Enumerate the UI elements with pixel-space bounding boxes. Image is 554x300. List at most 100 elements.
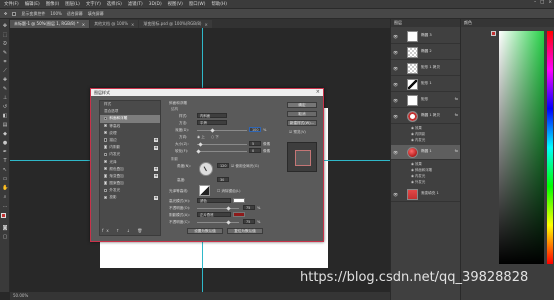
healing-icon[interactable]: ✚ xyxy=(2,77,8,83)
highlight-opacity-knob[interactable] xyxy=(226,206,231,211)
shape-icon[interactable]: ▭ xyxy=(2,176,8,182)
menu-filter[interactable]: 滤镜(T) xyxy=(128,1,143,7)
style-item[interactable]: 投影 + xyxy=(100,194,160,201)
preview-checkbox[interactable]: ☑ 预览(V) xyxy=(289,130,306,135)
zoom-icon[interactable]: ⌕ xyxy=(2,194,8,200)
style-checkbox[interactable] xyxy=(104,174,108,178)
path-select-icon[interactable]: ↖ xyxy=(2,167,8,173)
layer-effect-item[interactable]: ◉ 效果 xyxy=(411,161,422,166)
layer-row[interactable]: 👁 椭圆 3 xyxy=(391,29,461,44)
lasso-icon[interactable]: ᘐ xyxy=(2,41,8,47)
pen-icon[interactable]: ✒ xyxy=(2,149,8,155)
move-tool-icon[interactable]: ✥ xyxy=(4,11,7,16)
menu-edit[interactable]: 编辑(E) xyxy=(25,1,40,7)
layer-fx-badge[interactable]: fx xyxy=(455,97,458,101)
close-tab-icon[interactable]: × xyxy=(131,22,134,27)
style-item[interactable]: 颜色叠加 + xyxy=(100,166,160,173)
saturation-value-picker[interactable] xyxy=(499,31,544,264)
layer-row[interactable]: 👁 椭圆 2 xyxy=(391,45,461,60)
style-checkbox[interactable] xyxy=(104,181,108,185)
highlight-opacity-slider[interactable] xyxy=(197,208,239,209)
style-checkbox[interactable] xyxy=(104,123,108,128)
layer-effect-item[interactable]: ◉ 内发光 xyxy=(411,173,425,178)
depth-slider[interactable] xyxy=(197,130,247,131)
depth-slider-knob[interactable] xyxy=(210,128,215,133)
layer-effect-item[interactable]: ◉ 斜面和浮雕 xyxy=(411,167,432,172)
screen-mode-icon[interactable]: ▢ xyxy=(2,234,8,240)
show-transform-checkbox[interactable] xyxy=(12,11,17,16)
add-style-icon[interactable]: + xyxy=(154,167,158,172)
style-item[interactable]: 图案叠加 xyxy=(100,180,160,187)
direction-down-radio[interactable]: ○ 下 xyxy=(211,135,219,140)
blending-options-item[interactable]: 混合选项 xyxy=(100,108,160,115)
highlight-mode-select[interactable]: 滤色 xyxy=(197,198,231,203)
close-tab-icon[interactable]: × xyxy=(82,22,85,27)
color-header[interactable]: 颜色 xyxy=(461,19,554,27)
soften-slider-knob[interactable] xyxy=(196,149,201,154)
eraser-icon[interactable]: ◧ xyxy=(2,113,8,119)
highlight-color-swatch[interactable] xyxy=(233,198,245,203)
menu-layer[interactable]: 图层(L) xyxy=(65,1,80,7)
shadow-opacity-input[interactable]: 75 xyxy=(243,219,255,224)
add-style-icon[interactable]: + xyxy=(154,145,158,150)
crop-icon[interactable]: ⌗ xyxy=(2,59,8,65)
cancel-button[interactable]: 取消 xyxy=(287,111,317,117)
angle-input[interactable]: 120 xyxy=(217,163,229,168)
visibility-eye-icon[interactable]: 👁 xyxy=(393,34,398,39)
layer-row[interactable]: 👁 渐变填充 1 xyxy=(391,187,461,202)
quick-mask-icon[interactable]: ◙ xyxy=(2,225,8,231)
blur-icon[interactable]: ◆ xyxy=(2,131,8,137)
style-checkbox[interactable] xyxy=(104,188,108,192)
soften-input[interactable]: 0 xyxy=(249,148,261,153)
layers-header[interactable]: 图层 xyxy=(391,19,460,27)
stamp-icon[interactable]: ⊥ xyxy=(2,95,8,101)
layer-row[interactable]: 👁 椭圆 1 fx xyxy=(391,145,461,160)
style-item[interactable]: 斜面和浮雕 xyxy=(100,115,160,123)
style-item[interactable]: 内阴影 + xyxy=(100,144,160,151)
type-icon[interactable]: T xyxy=(2,158,8,164)
hue-slider[interactable] xyxy=(547,31,553,264)
shadow-mode-select[interactable]: 正片叠底 xyxy=(197,212,231,217)
style-checkbox[interactable] xyxy=(104,152,108,156)
add-style-icon[interactable]: + xyxy=(154,174,158,179)
reset-default-button[interactable]: 复位为默认值 xyxy=(227,228,263,234)
style-checkbox[interactable] xyxy=(104,131,108,135)
layer-fx-badge[interactable]: fx xyxy=(455,149,458,153)
zoom-status[interactable]: 50.00% xyxy=(13,293,28,298)
visibility-eye-icon[interactable]: 👁 xyxy=(393,98,398,103)
dodge-icon[interactable]: ● xyxy=(2,140,8,146)
visibility-eye-icon[interactable]: 👁 xyxy=(393,114,398,119)
visibility-eye-icon[interactable]: 👁 xyxy=(393,66,398,71)
global-light-checkbox[interactable]: ☑ 使用全局光(G) xyxy=(231,164,259,169)
make-default-button[interactable]: 设置为默认值 xyxy=(187,228,223,234)
fg-bg-swatches[interactable] xyxy=(491,31,497,37)
minimize-icon[interactable]: – xyxy=(534,0,536,5)
history-brush-icon[interactable]: ↺ xyxy=(2,104,8,110)
layer-row[interactable]: 👁 椭圆 1 拷贝 fx xyxy=(391,109,461,124)
zoom-value[interactable]: 100% xyxy=(50,11,61,16)
visibility-eye-icon[interactable]: 👁 xyxy=(393,192,398,197)
add-style-icon[interactable]: + xyxy=(154,138,158,143)
menu-3d[interactable]: 3D(D) xyxy=(149,2,162,7)
layer-row[interactable]: 👁 矩形 1 xyxy=(391,77,461,92)
close-window-icon[interactable]: × xyxy=(548,0,552,5)
add-style-icon[interactable]: + xyxy=(154,195,158,200)
style-item[interactable]: 渐变叠加 + xyxy=(100,173,160,180)
menu-view[interactable]: 视图(V) xyxy=(168,1,183,7)
gloss-contour-picker[interactable] xyxy=(199,185,210,196)
fill-screen-button[interactable]: 填充屏幕 xyxy=(88,11,104,17)
brush-icon[interactable]: ✎ xyxy=(2,86,8,92)
altitude-input[interactable]: 30 xyxy=(217,177,229,182)
size-input[interactable]: 5 xyxy=(249,141,261,146)
layer-effect-item[interactable]: ◉ 内阴影 xyxy=(411,131,425,136)
visibility-eye-icon[interactable]: 👁 xyxy=(393,82,398,87)
menu-help[interactable]: 帮助(H) xyxy=(211,1,227,7)
highlight-opacity-input[interactable]: 75 xyxy=(243,205,255,210)
technique-select[interactable]: 平滑 xyxy=(197,120,227,125)
more-tools-icon[interactable]: … xyxy=(2,203,8,209)
direction-up-radio[interactable]: ◉ 上 xyxy=(197,135,205,140)
menu-select[interactable]: 选择(S) xyxy=(107,1,122,7)
depth-input[interactable]: 100 xyxy=(249,127,261,132)
soften-slider[interactable] xyxy=(197,151,247,152)
style-item[interactable]: 外发光 xyxy=(100,187,160,194)
